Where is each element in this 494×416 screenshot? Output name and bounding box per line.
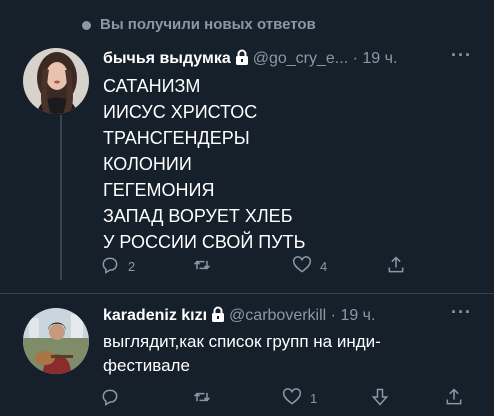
- share-icon: [444, 387, 464, 410]
- reply-icon: [100, 387, 120, 410]
- reply-count: 2: [128, 258, 136, 274]
- tweet-header: бычья выдумка @go_cry_e... · 19 ч.: [103, 49, 397, 71]
- divider: [0, 293, 494, 294]
- like-icon: [282, 387, 302, 410]
- retweet-icon: [192, 387, 212, 410]
- downvote-button[interactable]: [370, 386, 390, 410]
- reply-button[interactable]: 2: [100, 254, 135, 278]
- tweet-time[interactable]: 19 ч.: [362, 50, 397, 67]
- tweet-text-line: ГЕГЕМОНИЯ: [103, 180, 215, 200]
- tweet-text-line: САТАНИЗМ: [103, 76, 201, 96]
- author-handle[interactable]: @carboverkill: [229, 307, 326, 324]
- separator: ·: [330, 307, 336, 324]
- tweet-time[interactable]: 19 ч.: [340, 307, 375, 324]
- author-name[interactable]: бычья выдумка: [103, 50, 231, 67]
- tweet[interactable]: karadeniz kızı @carboverkill · 19 ч. ··· …: [0, 296, 494, 416]
- tweet-text-line: ТРАНСГЕНДЕРЫ: [103, 128, 250, 148]
- share-icon: [386, 255, 406, 278]
- more-options-icon[interactable]: ···: [451, 45, 472, 66]
- author-name[interactable]: karadeniz kızı: [103, 307, 207, 324]
- avatar[interactable]: [23, 308, 89, 374]
- downvote-icon: [370, 387, 390, 410]
- tweet-text-line: КОЛОНИИ: [103, 154, 192, 174]
- author-handle[interactable]: @go_cry_e...: [253, 50, 348, 67]
- separator: ·: [352, 50, 358, 67]
- like-button[interactable]: 1: [282, 386, 317, 410]
- retweet-icon: [192, 255, 212, 278]
- retweet-button[interactable]: [192, 254, 220, 278]
- tweet-text: САТАНИЗМ ИИСУС ХРИСТОС ТРАНСГЕНДЕРЫ КОЛО…: [103, 73, 305, 255]
- more-options-icon[interactable]: ···: [451, 302, 472, 323]
- tweet[interactable]: бычья выдумка @go_cry_e... · 19 ч. ··· СА…: [0, 42, 494, 282]
- reply-icon: [100, 255, 120, 278]
- avatar[interactable]: [23, 48, 89, 114]
- like-button[interactable]: 4: [292, 254, 327, 278]
- notice-dot-icon: [82, 21, 91, 30]
- tweet-text-line: У РОССИИ СВОЙ ПУТЬ: [103, 232, 306, 252]
- notice-text: Вы получили новых ответов: [100, 16, 316, 33]
- share-button[interactable]: [386, 254, 406, 278]
- like-icon: [292, 255, 312, 278]
- reply-button[interactable]: [100, 386, 128, 410]
- tweet-header: karadeniz kızı @carboverkill · 19 ч.: [103, 306, 375, 328]
- lock-icon: [235, 49, 249, 70]
- tweet-text: выглядит,как список групп на инди-фестив…: [103, 332, 381, 375]
- like-count: 4: [320, 258, 328, 274]
- tweet-actions: 2 4: [100, 254, 420, 278]
- new-replies-notice[interactable]: Вы получили новых ответов: [0, 14, 494, 38]
- like-count: 1: [310, 390, 318, 406]
- tweet-text-line: ЗАПАД ВОРУЕТ ХЛЕБ: [103, 206, 293, 226]
- retweet-button[interactable]: [192, 386, 220, 410]
- lock-icon: [211, 306, 225, 327]
- share-button[interactable]: [444, 386, 464, 410]
- tweet-text-line: ИИСУС ХРИСТОС: [103, 102, 258, 122]
- tweet-actions: 1: [100, 386, 462, 410]
